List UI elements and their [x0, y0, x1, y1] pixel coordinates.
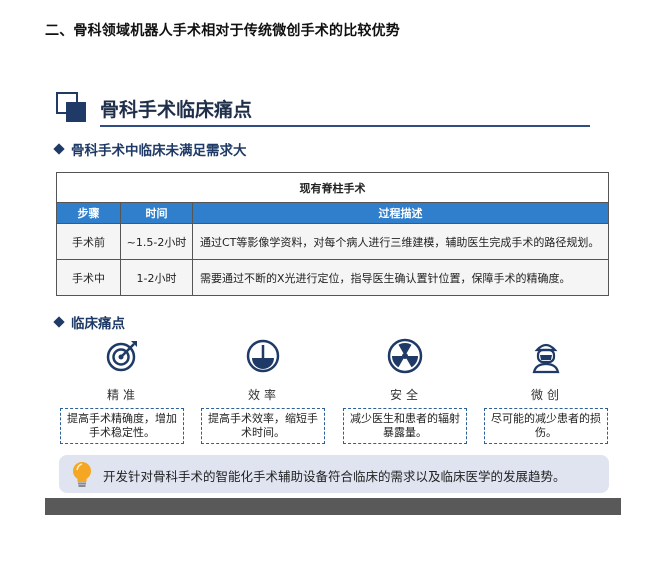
diamond-bullet-icon [53, 143, 65, 155]
pain-point-label: 效率 [247, 388, 280, 402]
table-cell-time: ~1.5-2小时 [120, 223, 193, 260]
diamond-bullet-icon [53, 316, 65, 328]
section-heading-pain-points: 临床痛点 [53, 312, 125, 332]
column-header-step: 步骤 [56, 202, 121, 224]
pain-point-precision: 精准 提高手术精确度，增加手术稳定性。 [60, 338, 186, 448]
pain-points-grid: 精准 提高手术精确度，增加手术稳定性。 效率 提高手术效率，缩短手术时间。 安全… [60, 338, 608, 448]
pain-point-label: 微创 [530, 388, 563, 402]
table-row: 手术前 ~1.5-2小时 通过CT等影像学资料，对每个病人进行三维建模，辅助医生… [56, 223, 609, 260]
table-cell-step: 手术中 [56, 259, 121, 296]
pain-point-description: 提高手术精确度，增加手术稳定性。 [60, 408, 184, 444]
pain-point-safety: 安全 减少医生和患者的辐射暴露量。 [343, 338, 469, 448]
tip-text: 开发针对骨科手术的智能化手术辅助设备符合临床的需求以及临床医学的发展趋势。 [103, 469, 566, 484]
section-heading-text: 临床痛点 [71, 316, 125, 332]
table-cell-time: 1-2小时 [120, 259, 193, 296]
slide-title: 骨科手术临床痛点 [100, 99, 253, 121]
pain-point-description: 减少医生和患者的辐射暴露量。 [343, 408, 467, 444]
section-heading-demand: 骨科手术中临床未满足需求大 [53, 139, 247, 159]
pain-point-description: 提高手术效率，缩短手术时间。 [201, 408, 325, 444]
pain-point-description: 尽可能的减少患者的损伤。 [484, 408, 608, 444]
title-divider [100, 125, 590, 127]
tip-banner: 开发针对骨科手术的智能化手术辅助设备符合临床的需求以及临床医学的发展趋势。 [59, 455, 609, 493]
table-row: 手术中 1-2小时 需要通过不断的X光进行定位，指导医生确认置针位置，保障手术的… [56, 259, 609, 296]
pain-point-efficiency: 效率 提高手术效率，缩短手术时间。 [201, 338, 327, 448]
column-header-description: 过程描述 [192, 202, 609, 224]
table-cell-step: 手术前 [56, 223, 121, 260]
radiation-icon [387, 338, 423, 374]
surgeon-icon [532, 343, 560, 374]
section-heading-text: 骨科手术中临床未满足需求大 [71, 143, 247, 159]
slide: 骨科手术临床痛点 骨科手术中临床未满足需求大 现有脊柱手术 步骤 时间 过程描述… [45, 88, 621, 515]
slide-title-block: 骨科手术临床痛点 [56, 92, 590, 127]
target-icon [106, 341, 137, 372]
table-caption: 现有脊柱手术 [56, 172, 609, 203]
document-heading: 二、骨科领域机器人手术相对于传统微创手术的比较优势 [45, 23, 400, 39]
footer-band [45, 498, 621, 515]
lightbulb-icon [73, 462, 91, 487]
pain-point-minimally-invasive: 微创 尽可能的减少患者的损伤。 [484, 338, 610, 448]
gauge-icon [246, 339, 280, 373]
title-square-icon [56, 92, 86, 122]
table-cell-description: 需要通过不断的X光进行定位，指导医生确认置针位置，保障手术的精确度。 [192, 259, 609, 296]
table-header-row: 步骤 时间 过程描述 [56, 202, 609, 224]
pain-point-label: 精准 [106, 388, 139, 402]
column-header-time: 时间 [120, 202, 193, 224]
table-cell-description: 通过CT等影像学资料，对每个病人进行三维建模，辅助医生完成手术的路径规划。 [192, 223, 609, 260]
spine-surgery-table: 现有脊柱手术 步骤 时间 过程描述 手术前 ~1.5-2小时 通过CT等影像学资… [56, 172, 609, 296]
pain-point-label: 安全 [389, 388, 422, 402]
